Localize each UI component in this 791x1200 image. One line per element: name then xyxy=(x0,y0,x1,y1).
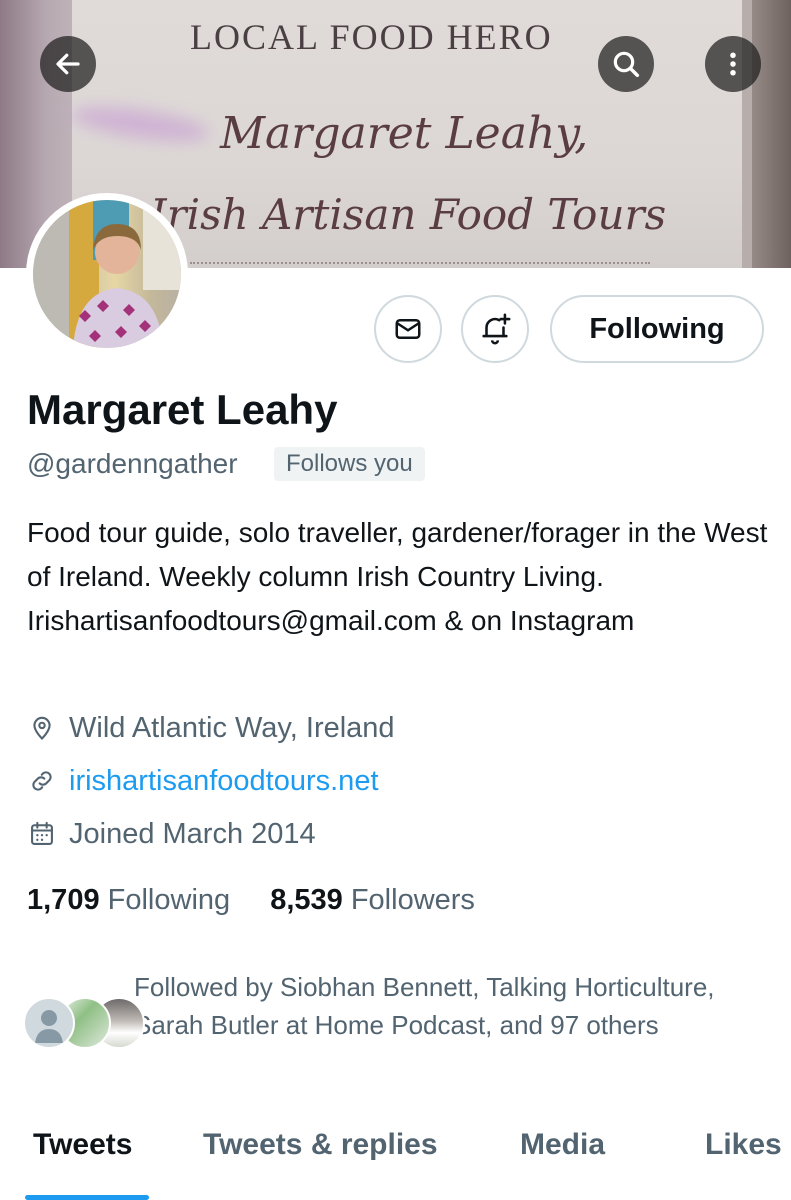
follow-stats: 1,709 Following 8,539 Followers xyxy=(27,884,475,917)
location-pin-icon xyxy=(27,713,57,743)
followers-stat-link[interactable]: 8,539 Followers xyxy=(270,884,475,917)
profile-avatar[interactable] xyxy=(26,193,188,355)
message-button[interactable] xyxy=(374,295,442,363)
arrow-left-icon xyxy=(56,53,80,75)
following-count: 1,709 xyxy=(27,884,100,916)
profile-location: Wild Atlantic Way, Ireland xyxy=(27,708,395,748)
banner-business-script: Irish Artisan Food Tours xyxy=(150,190,667,239)
profile-website: irishartisanfoodtours.net xyxy=(27,761,379,801)
profile-tabs: Tweets Tweets & replies Media Likes xyxy=(0,1128,791,1200)
tab-likes[interactable]: Likes xyxy=(705,1128,782,1162)
active-tab-indicator xyxy=(25,1195,149,1200)
calendar-icon xyxy=(27,819,57,849)
website-link[interactable]: irishartisanfoodtours.net xyxy=(69,765,379,798)
following-stat-label: Following xyxy=(107,884,231,916)
following-button[interactable]: Following xyxy=(550,295,764,363)
link-icon xyxy=(27,766,57,796)
tab-tweets[interactable]: Tweets xyxy=(33,1128,132,1162)
notifications-button[interactable] xyxy=(461,295,529,363)
search-button[interactable] xyxy=(598,36,654,92)
profile-joined-date: Joined March 2014 xyxy=(27,814,316,854)
search-icon xyxy=(613,51,640,78)
envelope-icon xyxy=(395,319,421,339)
avatar-illustration xyxy=(33,200,181,348)
back-button[interactable] xyxy=(40,36,96,92)
profile-bio: Food tour guide, solo traveller, gardene… xyxy=(27,517,768,636)
location-text: Wild Atlantic Way, Ireland xyxy=(69,711,395,744)
followers-stat-label: Followers xyxy=(350,884,475,916)
avatar-photo xyxy=(33,200,181,348)
more-options-button[interactable] xyxy=(705,36,761,92)
mutual-followers-avatars[interactable] xyxy=(23,997,145,1051)
banner-dotted-line xyxy=(190,262,650,264)
follows-you-badge: Follows you xyxy=(274,447,425,481)
tab-media[interactable]: Media xyxy=(520,1128,605,1162)
following-stat-link[interactable]: 1,709 Following xyxy=(27,884,230,917)
display-name: Margaret Leahy xyxy=(27,386,338,433)
banner-name-script: Margaret Leahy, xyxy=(220,108,589,159)
tab-tweets-and-replies[interactable]: Tweets & replies xyxy=(203,1128,438,1162)
banner-heading: LOCAL FOOD HERO xyxy=(190,17,553,57)
default-avatar-icon xyxy=(23,997,75,1049)
followed-by-text[interactable]: Followed by Siobhan Bennett, Talking Hor… xyxy=(134,968,774,1044)
bell-plus-icon xyxy=(482,313,511,345)
user-handle: @gardenngather xyxy=(27,448,238,479)
joined-text: Joined March 2014 xyxy=(69,817,316,850)
more-vertical-icon xyxy=(730,52,736,76)
followers-count: 8,539 xyxy=(270,884,343,916)
